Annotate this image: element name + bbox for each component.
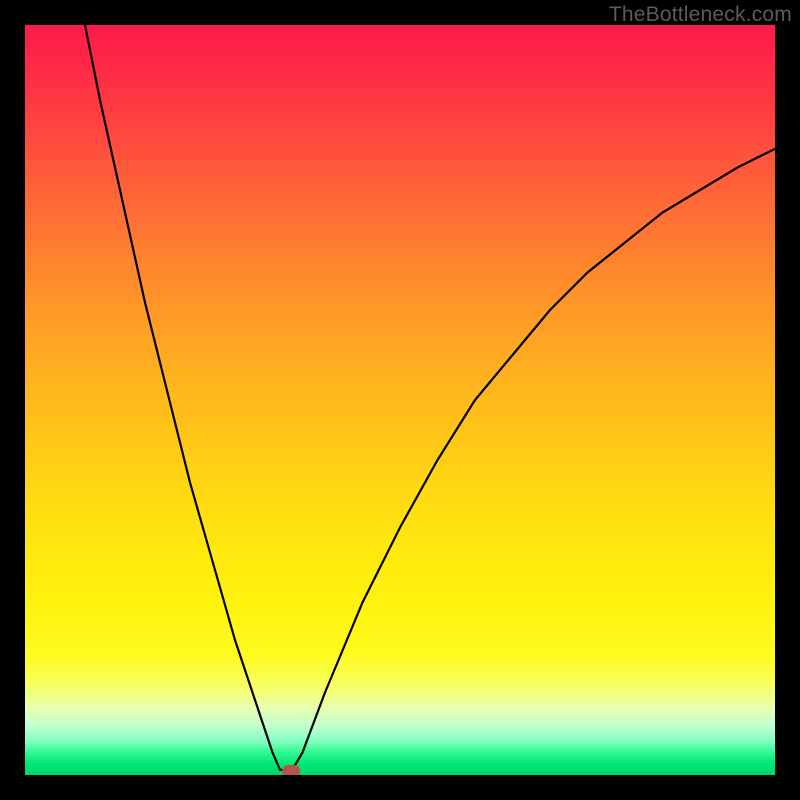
watermark-text: TheBottleneck.com bbox=[609, 3, 792, 27]
chart-frame: TheBottleneck.com bbox=[0, 0, 800, 800]
plot-area bbox=[25, 25, 775, 775]
bottleneck-curve bbox=[85, 25, 775, 771]
optimum-marker bbox=[282, 765, 300, 775]
curve-svg bbox=[25, 25, 775, 775]
